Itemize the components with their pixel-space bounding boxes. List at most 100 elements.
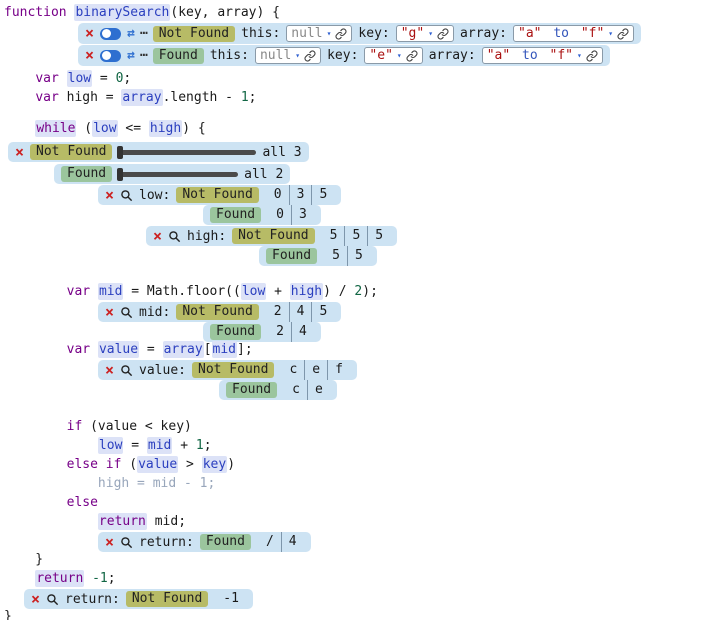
link-icon[interactable] (406, 50, 418, 62)
value-cell[interactable]: e (304, 360, 327, 380)
code-token[interactable]: return (35, 570, 84, 587)
magnifier-icon[interactable] (120, 189, 133, 202)
code-token[interactable]: mid (147, 437, 172, 454)
code-token[interactable]: low (92, 120, 117, 137)
close-icon[interactable]: × (105, 188, 114, 203)
value-token: "f" (581, 26, 604, 41)
value-cell[interactable]: 5 (323, 226, 345, 246)
code-line: while (low <= high) { (4, 120, 206, 138)
value-cell[interactable]: 0 (267, 185, 289, 205)
code-token (90, 342, 98, 357)
code-token: function (4, 5, 67, 20)
slider-handle[interactable] (117, 168, 123, 181)
more-icon[interactable]: ⋯ (140, 26, 147, 41)
code-token: = (92, 71, 115, 86)
code-line: high = mid - 1; (4, 475, 215, 493)
code-token (4, 342, 67, 357)
param-label: this: (210, 48, 249, 63)
value-cell[interactable]: 4 (289, 302, 312, 322)
value-cell[interactable]: 5 (367, 226, 390, 246)
close-icon[interactable]: × (15, 145, 24, 160)
code-token (98, 457, 106, 472)
value-cell[interactable]: e (307, 380, 330, 400)
code-line: else if (value > key) (4, 456, 235, 474)
code-token[interactable]: low (67, 70, 92, 87)
close-icon[interactable]: × (85, 48, 94, 63)
value-dropdown[interactable]: "g"▾ (396, 25, 454, 42)
code-token[interactable]: binarySearch (74, 4, 170, 21)
code-token[interactable]: low (98, 437, 123, 454)
code-token[interactable]: value (137, 456, 178, 473)
value-dropdown[interactable]: null▾ (286, 25, 352, 42)
result-badge: Found (266, 248, 317, 264)
value-cell[interactable]: 3 (289, 185, 312, 205)
value-dropdown[interactable]: "e"▾ (364, 47, 422, 64)
value-cell[interactable]: f (327, 360, 350, 380)
link-icon[interactable] (617, 28, 629, 40)
value-cell[interactable]: / (259, 532, 281, 552)
code-token[interactable]: high (290, 283, 323, 300)
magnifier-icon[interactable] (120, 306, 133, 319)
param-label: array: (460, 26, 507, 41)
code-token[interactable]: array (163, 341, 204, 358)
code-token[interactable]: while (35, 120, 76, 137)
slider-handle[interactable] (117, 146, 123, 159)
slider-track[interactable] (118, 150, 256, 155)
result-badge: Not Found (153, 26, 235, 42)
code-token[interactable]: array (121, 89, 162, 106)
value-cells: 24 (269, 322, 314, 342)
code-token: ) { (182, 121, 205, 136)
link-icon[interactable] (437, 28, 449, 40)
value-cells: ce (285, 380, 330, 400)
code-token[interactable]: high (149, 120, 182, 137)
result-badge: Found (210, 324, 261, 340)
value-cell[interactable]: 2 (267, 302, 289, 322)
value-cell[interactable]: -1 (216, 589, 246, 609)
close-icon[interactable]: × (85, 26, 94, 41)
swap-arrows-icon[interactable]: ⇄ (127, 48, 134, 63)
value-dropdown[interactable]: "a" to "f"▾ (482, 47, 603, 64)
magnifier-icon[interactable] (46, 593, 59, 606)
code-token[interactable]: mid (212, 341, 237, 358)
probe-widget: ×high:Not Found555 (146, 226, 397, 246)
close-icon[interactable]: × (105, 305, 114, 320)
value-cell[interactable]: 4 (281, 532, 304, 552)
value-cell[interactable]: 4 (291, 322, 314, 342)
link-icon[interactable] (586, 50, 598, 62)
close-icon[interactable]: × (31, 592, 40, 607)
code-token[interactable]: return (98, 513, 147, 530)
more-icon[interactable]: ⋯ (140, 48, 147, 63)
value-cell[interactable]: 3 (291, 205, 314, 225)
link-icon[interactable] (335, 28, 347, 40)
caret-down-icon: ▾ (577, 52, 582, 60)
value-cell[interactable]: 5 (311, 185, 334, 205)
link-icon[interactable] (304, 50, 316, 62)
slider-track[interactable] (118, 172, 238, 177)
toggle-switch[interactable] (100, 28, 121, 40)
code-token (4, 71, 35, 86)
swap-arrows-icon[interactable]: ⇄ (127, 26, 134, 41)
value-cell[interactable]: c (285, 380, 307, 400)
magnifier-icon[interactable] (168, 230, 181, 243)
code-token[interactable]: mid (98, 283, 123, 300)
code-token[interactable]: value (98, 341, 139, 358)
value-cell[interactable]: 5 (347, 246, 370, 266)
code-line: else (4, 494, 98, 512)
value-cell[interactable]: 5 (325, 246, 347, 266)
toggle-knob (102, 51, 111, 60)
toggle-switch[interactable] (100, 50, 121, 62)
magnifier-icon[interactable] (120, 364, 133, 377)
value-cell[interactable]: c (282, 360, 304, 380)
code-token[interactable]: low (241, 283, 266, 300)
close-icon[interactable]: × (105, 363, 114, 378)
code-token[interactable]: key (202, 456, 227, 473)
magnifier-icon[interactable] (120, 536, 133, 549)
value-cell[interactable]: 5 (311, 302, 334, 322)
value-dropdown[interactable]: "a" to "f"▾ (513, 25, 634, 42)
close-icon[interactable]: × (153, 229, 162, 244)
close-icon[interactable]: × (105, 535, 114, 550)
value-cell[interactable]: 0 (269, 205, 291, 225)
value-cell[interactable]: 2 (269, 322, 291, 342)
value-dropdown[interactable]: null▾ (255, 47, 321, 64)
value-cell[interactable]: 5 (344, 226, 367, 246)
